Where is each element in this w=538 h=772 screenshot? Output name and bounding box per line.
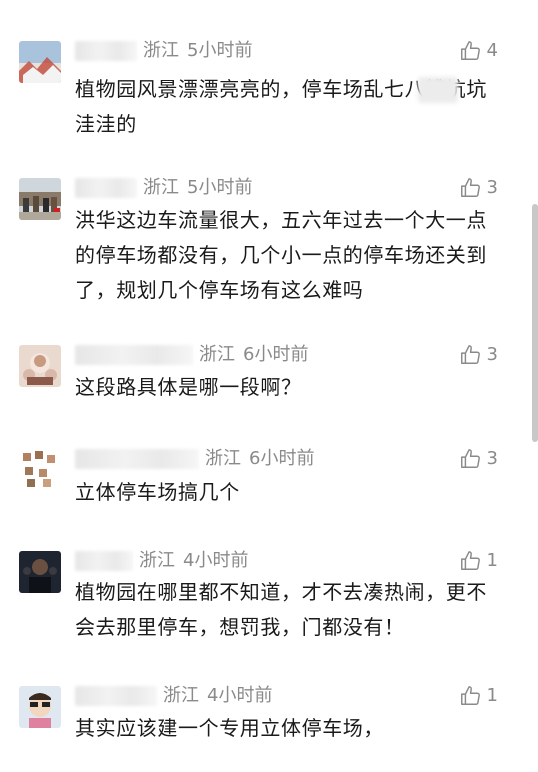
like-button[interactable]: 3 <box>459 447 498 471</box>
like-count: 3 <box>486 344 498 365</box>
comment-time: 4小时前 <box>207 685 273 706</box>
comment-location: 浙江 <box>139 550 175 571</box>
comment-text: 其实应该建一个专用立体停车场， <box>75 716 384 740</box>
comment-meta: 浙江 4小时前 <box>75 549 248 573</box>
thumbs-up-icon <box>460 551 480 570</box>
username-blurred[interactable] <box>75 41 137 61</box>
comment-meta: 浙江 6小时前 <box>75 343 308 367</box>
like-count: 3 <box>486 177 498 198</box>
like-button[interactable]: 1 <box>459 684 498 708</box>
like-button[interactable]: 3 <box>459 176 498 200</box>
comment-time: 5小时前 <box>187 177 253 198</box>
comment-meta: 浙江 5小时前 <box>75 176 252 200</box>
like-count: 1 <box>486 685 498 706</box>
avatar[interactable] <box>19 551 61 593</box>
username-blurred[interactable] <box>75 551 133 571</box>
comment-location: 浙江 <box>143 40 179 61</box>
thumbs-up-icon <box>460 345 480 364</box>
comment-meta: 浙江 6小时前 <box>75 447 314 471</box>
like-button[interactable]: 1 <box>459 549 498 573</box>
username-blurred[interactable] <box>75 345 193 365</box>
avatar[interactable] <box>19 178 61 220</box>
comment-time: 4小时前 <box>183 550 249 571</box>
thumbs-up-icon <box>460 178 480 197</box>
comment-time: 6小时前 <box>243 344 309 365</box>
thumbs-up-icon <box>460 449 480 468</box>
avatar[interactable] <box>19 41 61 83</box>
like-button[interactable]: 3 <box>459 343 498 367</box>
scrollbar-thumb[interactable] <box>532 204 538 442</box>
comment-text: 植物园在哪里都不知道，才不去凑热闹，更不会去那里停车，想罚我，门都没有！ <box>75 580 487 639</box>
like-count: 1 <box>486 550 498 571</box>
comment-location: 浙江 <box>163 685 199 706</box>
comment-meta: 浙江 5小时前 <box>75 39 252 63</box>
thumbs-up-icon <box>460 41 480 60</box>
username-blurred[interactable] <box>75 686 157 706</box>
comment-meta: 浙江 4小时前 <box>75 684 272 708</box>
avatar[interactable] <box>19 345 61 387</box>
comment-time: 6小时前 <box>249 448 315 469</box>
like-count: 3 <box>486 448 498 469</box>
comment-location: 浙江 <box>199 344 235 365</box>
avatar[interactable] <box>19 686 61 728</box>
comment-time: 5小时前 <box>187 40 253 61</box>
like-button[interactable]: 4 <box>459 39 498 63</box>
username-blurred[interactable] <box>75 449 199 469</box>
comment-text: 洪华这边车流量很大，五六年过去一个大一点的停车场都没有，几个小一点的停车场还关到… <box>75 208 487 302</box>
comment-text: 这段路具体是哪一段啊？ <box>75 375 302 399</box>
like-count: 4 <box>486 40 498 61</box>
username-blurred[interactable] <box>75 178 137 198</box>
comment-text: 立体停车场搞几个 <box>75 480 240 504</box>
thumbs-up-icon <box>460 686 480 705</box>
comment-location: 浙江 <box>143 177 179 198</box>
avatar[interactable] <box>19 449 61 491</box>
comment-location: 浙江 <box>205 448 241 469</box>
